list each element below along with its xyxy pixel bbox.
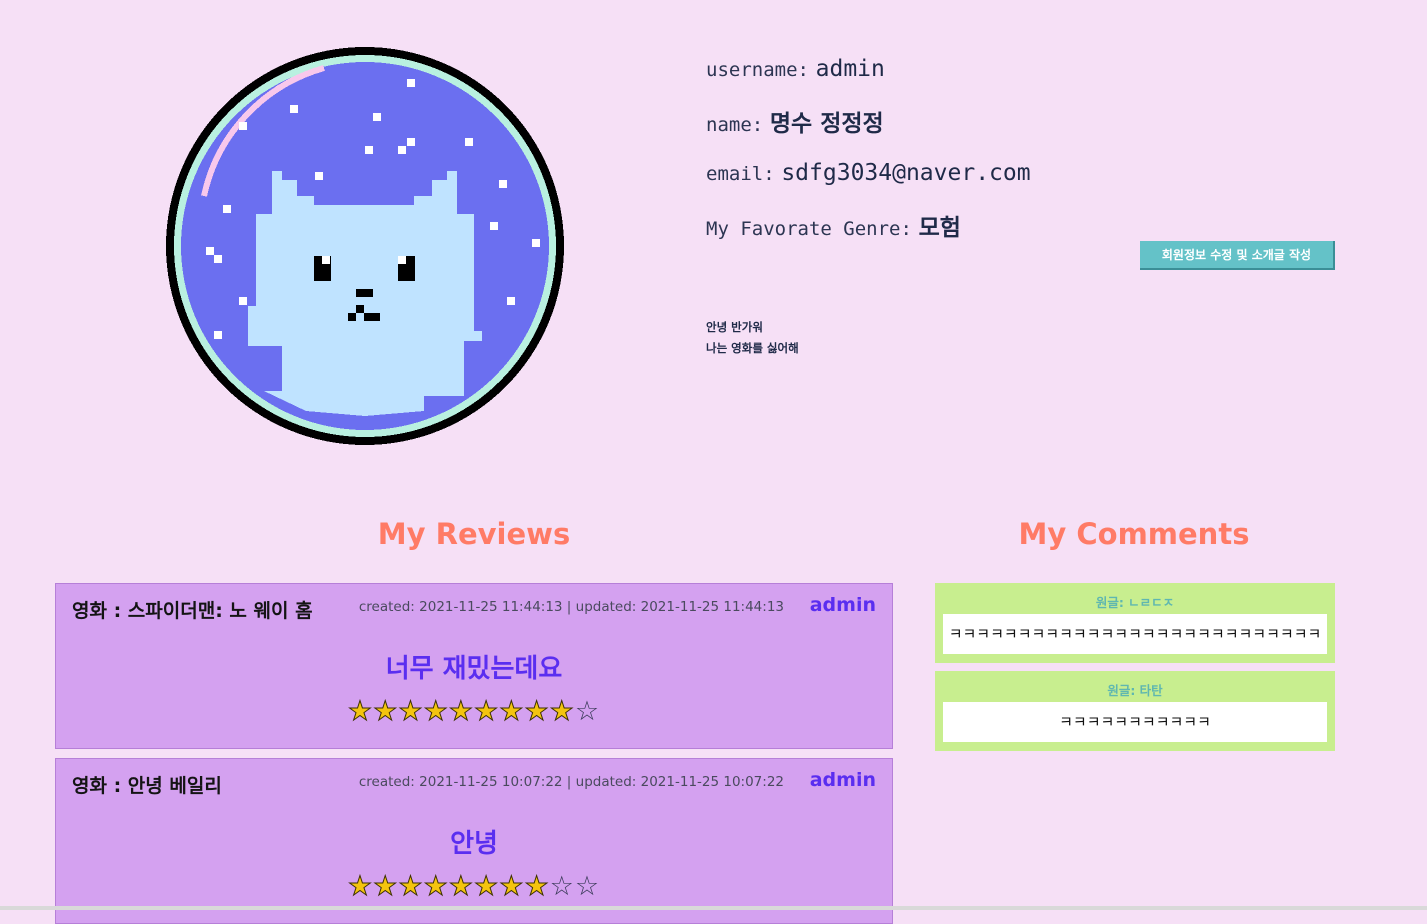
review-author[interactable]: admin [810, 769, 876, 791]
star-filled-icon: ★ [398, 871, 424, 903]
review-movie-title[interactable]: 영화 : 스파이더맨: 노 웨이 홈 [72, 596, 313, 623]
star-filled-icon: ★ [473, 696, 500, 728]
profile-avatar [164, 46, 566, 448]
star-filled-icon: ★ [398, 696, 424, 728]
star-filled-icon: ★ [473, 871, 500, 903]
star-empty-icon: ☆ [574, 696, 601, 727]
star-filled-icon: ★ [347, 696, 374, 728]
comment-card[interactable]: 원글: ㄴㄹㄷㅈ ㅋㅋㅋㅋㅋㅋㅋㅋㅋㅋㅋㅋㅋㅋㅋㅋㅋㅋㅋㅋㅋㅋㅋㅋㅋㅋㅋ [935, 583, 1335, 663]
review-content: 안녕 [450, 829, 498, 859]
star-filled-icon: ★ [499, 871, 525, 903]
star-filled-icon: ★ [524, 696, 550, 728]
intro-line: 나는 영화를 싫어해 [706, 341, 799, 355]
email-row: email: sdfg3034@naver.com [706, 160, 1346, 186]
profile-intro: 안녕 반가워 나는 영화를 싫어해 [706, 317, 799, 359]
comment-card[interactable]: 원글: 타탄 ㅋㅋㅋㅋㅋㅋㅋㅋㅋㅋㅋ [935, 671, 1335, 751]
review-card[interactable]: 영화 : 안녕 베일리 created: 2021-11-25 10:07:22… [55, 758, 893, 924]
star-filled-icon: ★ [373, 871, 399, 903]
star-filled-icon: ★ [524, 871, 550, 903]
genre-row: My Favorate Genre: 모험 [706, 208, 1346, 242]
genre-label: My Favorate Genre: [706, 218, 912, 240]
review-rating-stars: ★★★★★★★★☆☆ [56, 871, 892, 903]
email-label: email: [706, 163, 775, 185]
name-label: name: [706, 114, 764, 136]
name-row: name: 명수 정정정 [706, 104, 1346, 138]
comment-text: ㅋㅋㅋㅋㅋㅋㅋㅋㅋㅋㅋㅋㅋㅋㅋㅋㅋㅋㅋㅋㅋㅋㅋㅋㅋㅋㅋ [943, 614, 1327, 654]
review-rating-stars: ★★★★★★★★★☆ [56, 696, 892, 728]
star-filled-icon: ★ [373, 696, 399, 728]
edit-profile-button[interactable]: 회원정보 수정 및 소개글 작성 [1140, 241, 1335, 270]
star-filled-icon: ★ [499, 696, 525, 728]
name-value: 명수 정정정 [769, 111, 884, 137]
intro-line: 안녕 반가워 [706, 320, 763, 334]
email-value: sdfg3034@naver.com [781, 160, 1031, 186]
comment-original-post[interactable]: 원글: ㄴㄹㄷㅈ [935, 592, 1335, 611]
pixel-cat-icon [166, 47, 564, 445]
review-dates: created: 2021-11-25 11:44:13 | updated: … [358, 599, 784, 615]
horizontal-scrollbar[interactable] [0, 906, 1427, 910]
username-label: username: [706, 59, 809, 81]
star-filled-icon: ★ [423, 696, 449, 728]
comment-original-post[interactable]: 원글: 타탄 [935, 680, 1335, 699]
star-empty-icon: ☆ [574, 871, 601, 902]
my-comments-title: My Comments [1018, 517, 1250, 551]
username-row: username: admin [706, 56, 1346, 82]
username-value: admin [815, 56, 885, 82]
my-reviews-title: My Reviews [377, 517, 571, 551]
review-author[interactable]: admin [810, 594, 876, 616]
star-filled-icon: ★ [347, 871, 374, 903]
genre-value: 모험 [918, 215, 961, 241]
profile-info: username: admin name: 명수 정정정 email: sdfg… [706, 56, 1346, 264]
review-dates: created: 2021-11-25 10:07:22 | updated: … [358, 774, 784, 790]
star-filled-icon: ★ [423, 871, 449, 903]
review-movie-title[interactable]: 영화 : 안녕 베일리 [72, 771, 222, 798]
star-filled-icon: ★ [549, 696, 575, 728]
comment-text: ㅋㅋㅋㅋㅋㅋㅋㅋㅋㅋㅋ [943, 702, 1327, 742]
review-content: 너무 재밌는데요 [385, 654, 563, 684]
star-empty-icon: ☆ [549, 871, 575, 902]
star-filled-icon: ★ [448, 871, 474, 903]
review-card[interactable]: 영화 : 스파이더맨: 노 웨이 홈 created: 2021-11-25 1… [55, 583, 893, 749]
star-filled-icon: ★ [448, 696, 474, 728]
